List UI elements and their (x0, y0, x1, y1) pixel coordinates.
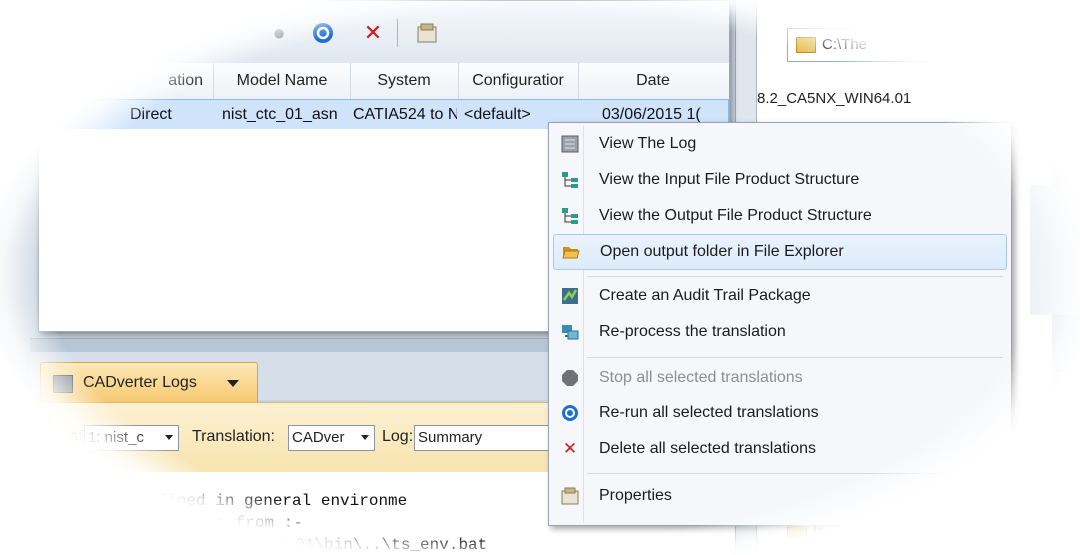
menu-item-label: Re-process the translation (599, 323, 786, 340)
log-icon (53, 375, 73, 393)
menu-item-reprocess[interactable]: Re-process the translation (553, 315, 1005, 349)
menu-item-label: View The Log (599, 135, 697, 152)
path-text: C:\The (822, 36, 868, 53)
menu-item-view-input-structure[interactable]: View the Input File Product Structure (553, 163, 1005, 197)
table-cell: CATIA524 to N (353, 106, 457, 123)
log-line: N64.01\bin\..\ts_env.bat (180, 536, 488, 554)
rerun-icon (313, 23, 333, 43)
log-select-value: Summary (418, 429, 483, 446)
menu-item-label: Delete all selected translations (599, 440, 817, 457)
delete-icon: ✕ (363, 20, 383, 45)
screenshot: C:\The 8.2_CA5NX_WIN64.01 I- ● ✕ ation M… (0, 0, 1080, 555)
menu-item-view-output-structure[interactable]: View the Output File Product Structure (553, 199, 1005, 233)
menu-item-label: Re-run all selected translations (599, 404, 819, 421)
model-select[interactable]: 1: nist_c (84, 425, 179, 451)
tree-structure-icon (561, 171, 579, 189)
toolbar-separator (397, 19, 398, 47)
menu-separator (587, 473, 1003, 474)
audit-package-icon (561, 287, 579, 305)
column-header[interactable]: ation (39, 63, 214, 99)
delete-icon: ✕ (562, 439, 578, 458)
context-menu: View The Log View the Input File Product… (548, 122, 1012, 526)
table-cell: Direct (130, 106, 172, 123)
menu-item-open-output-folder[interactable]: Open output folder in File Explorer (553, 234, 1007, 270)
menu-separator (587, 357, 1003, 358)
stop-icon[interactable]: ● (267, 20, 291, 45)
properties-icon (561, 487, 579, 505)
chevron-down-icon (165, 435, 173, 440)
menu-item-label: View the Input File Product Structure (599, 171, 860, 188)
scrollbar[interactable] (1057, 370, 1073, 412)
rerun-icon (561, 404, 579, 422)
right-edge-panel (1030, 185, 1080, 315)
column-header[interactable]: Date (578, 63, 728, 99)
menu-item-create-audit-package[interactable]: Create an Audit Trail Package (553, 279, 1005, 313)
translation-label: Translation: (192, 428, 275, 445)
tree-structure-icon (561, 207, 579, 225)
column-header[interactable]: Model Name (214, 63, 351, 99)
menu-item-label: Create an Audit Trail Package (599, 287, 811, 304)
log-icon (561, 135, 579, 153)
log-line: ST defined in general environme (100, 492, 408, 510)
table-cell: nist_ctc_01_asn (222, 106, 338, 123)
properties-icon (417, 23, 437, 43)
stop-icon (561, 369, 579, 387)
column-header[interactable]: System (350, 63, 459, 99)
properties-button[interactable] (415, 21, 439, 45)
rerun-button[interactable] (311, 21, 335, 45)
column-header[interactable]: Configuratior (458, 63, 579, 99)
folder-icon (796, 37, 816, 53)
folder-entry[interactable]: 8.2_CA5NX_WIN64.01 (757, 90, 911, 107)
menu-item-label: Open output folder in File Explorer (600, 243, 844, 260)
application-window: C:\The 8.2_CA5NX_WIN64.01 I- ● ✕ ation M… (0, 0, 1080, 555)
menu-item-view-log[interactable]: View The Log (553, 127, 1005, 161)
menu-separator (587, 276, 1003, 277)
chevron-down-icon[interactable] (227, 380, 239, 387)
model-label: s: (70, 428, 83, 445)
tab-cadverter-logs[interactable]: CADverter Logs (40, 362, 258, 403)
menu-item-delete-selected[interactable]: ✕ Delete all selected translations (553, 432, 1005, 466)
model-select-value: 1: nist_c (88, 429, 144, 446)
chevron-down-icon (361, 435, 369, 440)
menu-item-label: Properties (599, 487, 672, 504)
table-header: ation Model Name System Configuratior Da… (39, 63, 729, 100)
translation-select[interactable]: CADver (288, 425, 375, 451)
open-folder-icon (562, 243, 580, 261)
toolbar: ● ✕ (39, 1, 729, 64)
tab-label: CADverter Logs (83, 374, 197, 391)
menu-item-label: Stop all selected translations (599, 369, 803, 386)
menu-item-label: View the Output File Product Structure (599, 207, 872, 224)
menu-item-rerun-selected[interactable]: Re-run all selected translations (553, 396, 1005, 430)
log-label: Log: (382, 428, 414, 445)
translation-select-value: CADver (292, 429, 345, 446)
menu-item-properties[interactable]: Properties (553, 479, 1005, 513)
delete-button[interactable]: ✕ (361, 20, 385, 45)
log-select[interactable]: Summary (414, 425, 559, 451)
log-line: ronment from :- (130, 514, 303, 532)
menu-item-stop-selected[interactable]: Stop all selected translations (553, 361, 1005, 395)
path-field[interactable]: C:\The (787, 28, 989, 62)
reprocess-icon (561, 323, 579, 341)
